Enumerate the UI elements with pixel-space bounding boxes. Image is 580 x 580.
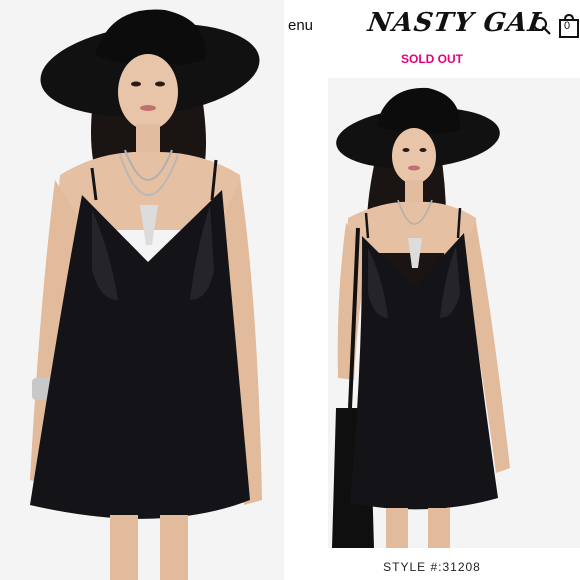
site-header: enu NASTY GAL 0 — [288, 0, 580, 52]
style-number: STYLE #:31208 — [383, 560, 481, 574]
product-photo-secondary — [328, 78, 580, 548]
brand-logo[interactable]: NASTY GAL — [366, 8, 550, 38]
cart-count: 0 — [564, 20, 571, 32]
cart-button[interactable]: 0 — [558, 14, 580, 38]
sold-out-badge: SOLD OUT — [401, 52, 463, 66]
product-detail-panel: enu NASTY GAL 0 SOLD OUT STYLE #:31208 — [288, 0, 580, 580]
model-illustration-secondary — [328, 78, 580, 548]
menu-button[interactable]: enu — [288, 17, 313, 34]
search-button[interactable] — [532, 16, 552, 36]
search-icon — [533, 17, 551, 35]
product-photo-main — [0, 0, 284, 580]
model-illustration-main — [0, 0, 284, 580]
